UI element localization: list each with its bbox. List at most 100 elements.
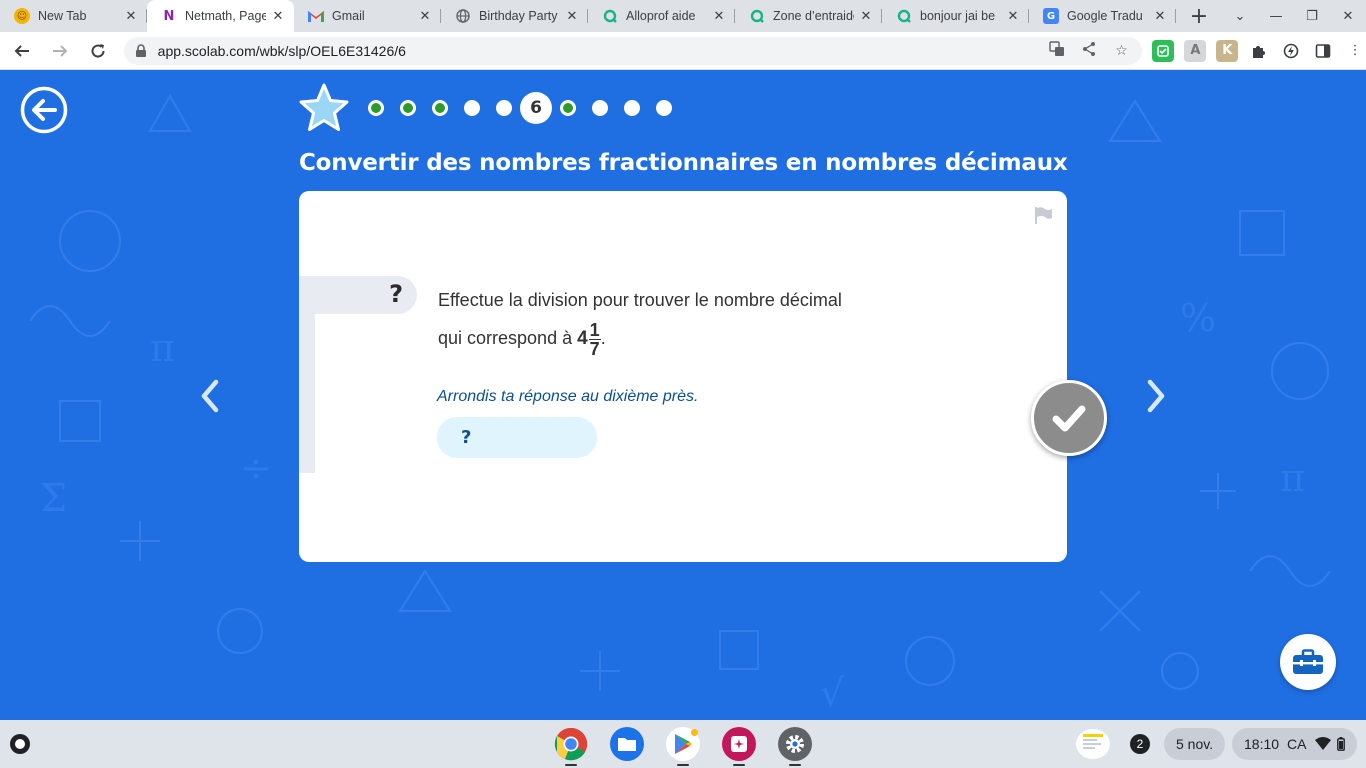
question-line-2-prefix: qui correspond à — [438, 328, 578, 348]
mixed-number-whole: 4 — [577, 328, 588, 350]
browser-toolbar: app.scolab.com/wbk/slp/OEL6E31426/6 ☆ A … — [0, 32, 1366, 70]
translate-icon[interactable] — [1046, 40, 1068, 61]
tab-google-translate[interactable]: G Google Tradu ✕ — [1029, 0, 1176, 32]
play-store-app[interactable] — [666, 727, 700, 766]
share-icon[interactable] — [1078, 41, 1100, 61]
kebab-menu-icon[interactable]: ⋮ — [1344, 40, 1366, 62]
progress-dot-5[interactable] — [496, 100, 512, 116]
reload-button[interactable] — [82, 35, 114, 67]
tab-zone-entraide[interactable]: Zone d’entraide ✕ — [735, 0, 882, 32]
close-icon[interactable]: ✕ — [1005, 8, 1021, 24]
files-app[interactable] — [610, 727, 644, 761]
status-pill: 18:10 CA — [1232, 728, 1357, 760]
question-text: Effectue la division pour trouver le nom… — [438, 281, 918, 358]
question-rail — [299, 313, 315, 473]
current-question-number: 6 — [530, 98, 542, 118]
tab-title: Alloprof aide — [626, 9, 696, 23]
alloprof-icon — [896, 8, 912, 24]
close-icon[interactable]: ✕ — [711, 8, 727, 24]
app-running-indicator — [789, 764, 801, 766]
canvas-app[interactable] — [722, 727, 756, 766]
tab-birthday-party[interactable]: Birthday Party ✕ — [441, 0, 588, 32]
address-bar[interactable]: app.scolab.com/wbk/slp/OEL6E31426/6 ☆ — [123, 36, 1143, 65]
close-icon[interactable]: ✕ — [564, 8, 580, 24]
holding-space-thumbnail[interactable] — [1074, 728, 1112, 760]
close-icon[interactable]: ✕ — [1152, 8, 1168, 24]
progress-dot-10[interactable] — [656, 100, 672, 116]
tab-new-tab[interactable]: ☺ New Tab ✕ — [0, 0, 147, 32]
chrome-app[interactable] — [554, 727, 588, 766]
progress-dot-7[interactable] — [560, 100, 576, 116]
back-arrow-button[interactable] — [20, 86, 68, 134]
previous-question-chevron-icon[interactable] — [196, 376, 224, 416]
close-window-icon[interactable]: ✕ — [1330, 9, 1366, 24]
lock-icon[interactable] — [134, 43, 148, 58]
answer-input[interactable]: ? — [437, 417, 597, 458]
battery-icon — [1336, 737, 1345, 751]
check-answer-button[interactable] — [1031, 380, 1107, 456]
arrow-left-circle-icon — [20, 86, 68, 134]
status-tray[interactable]: 18:10 CA — [1232, 728, 1357, 760]
exercise-page: π Σ π % √ ÷ 6 Convertir des nombres frac… — [0, 71, 1366, 720]
gmail-icon — [308, 8, 324, 24]
question-line-2-suffix: . — [600, 328, 606, 348]
exercise-progress: 6 — [298, 81, 688, 135]
side-panel-icon[interactable] — [1312, 40, 1334, 62]
notification-count: 2 — [1130, 734, 1150, 754]
new-tab-button[interactable]: + — [1184, 1, 1214, 31]
question-line-1: Effectue la division pour trouver le nom… — [438, 290, 842, 310]
os-shelf: 2 5 nov. 18:10 CA — [0, 720, 1366, 768]
keyboard-locale: CA — [1287, 736, 1307, 752]
svg-text:π: π — [1280, 456, 1305, 500]
close-icon[interactable]: ✕ — [123, 8, 139, 24]
bookmark-star-icon[interactable]: ☆ — [1110, 43, 1132, 59]
tab-title: Netmath, Page — [185, 9, 266, 23]
extension-k-icon[interactable]: K — [1216, 39, 1239, 62]
notification-counter[interactable]: 2 — [1130, 728, 1150, 760]
next-question-chevron-icon[interactable] — [1142, 376, 1170, 416]
progress-dot-9[interactable] — [624, 100, 640, 116]
settings-app[interactable] — [778, 727, 812, 766]
question-mark: ? — [389, 280, 403, 308]
launcher-button[interactable] — [10, 734, 30, 754]
performance-icon[interactable] — [1280, 40, 1302, 62]
progress-dot-2[interactable] — [400, 100, 416, 116]
tab-gmail[interactable]: Gmail ✕ — [294, 0, 441, 32]
minimize-icon[interactable]: — — [1258, 9, 1294, 24]
alloprof-icon — [602, 8, 618, 24]
puzzle-extensions-icon[interactable] — [1248, 40, 1270, 62]
tab-strip: ☺ New Tab ✕ N Netmath, Page ✕ Gmail ✕ Bi… — [0, 0, 1366, 32]
svg-text:Σ: Σ — [40, 476, 67, 520]
extension-green-icon[interactable] — [1152, 39, 1175, 62]
back-button[interactable] — [6, 35, 38, 67]
mixed-number: 417 — [577, 320, 601, 358]
tab-search-chevron-icon[interactable]: ⌄ — [1222, 9, 1258, 24]
progress-dot-3[interactable] — [432, 100, 448, 116]
flag-icon[interactable] — [1033, 205, 1053, 225]
date-tray[interactable]: 5 nov. — [1164, 728, 1226, 760]
close-icon[interactable]: ✕ — [858, 8, 874, 24]
toolbox-icon — [1293, 649, 1323, 674]
restore-icon[interactable]: ❐ — [1294, 9, 1330, 24]
netmath-icon: N — [163, 8, 175, 24]
tab-bonjour[interactable]: bonjour jai be ✕ — [882, 0, 1029, 32]
forward-button[interactable] — [44, 35, 76, 67]
progress-dot-4[interactable] — [464, 100, 480, 116]
checkmark-icon — [1052, 405, 1086, 432]
close-icon[interactable]: ✕ — [417, 8, 433, 24]
tab-title: Birthday Party — [479, 9, 558, 23]
tab-alloprof-aide[interactable]: Alloprof aide ✕ — [588, 0, 735, 32]
app-running-indicator — [677, 764, 689, 766]
svg-text:%: % — [1180, 296, 1216, 340]
progress-dot-1[interactable] — [368, 100, 384, 116]
progress-dot-current[interactable]: 6 — [520, 92, 552, 124]
url-text[interactable]: app.scolab.com/wbk/slp/OEL6E31426/6 — [158, 43, 1037, 59]
tab-netmath[interactable]: N Netmath, Page ✕ — [147, 0, 294, 32]
extension-grey-icon[interactable]: A — [1184, 39, 1207, 62]
app-running-indicator — [565, 764, 577, 766]
close-icon[interactable]: ✕ — [270, 8, 286, 24]
question-line-2: qui correspond à 417. — [438, 319, 918, 358]
fraction-denominator: 7 — [589, 338, 600, 359]
toolbox-button[interactable] — [1280, 634, 1336, 690]
progress-dot-8[interactable] — [592, 100, 608, 116]
